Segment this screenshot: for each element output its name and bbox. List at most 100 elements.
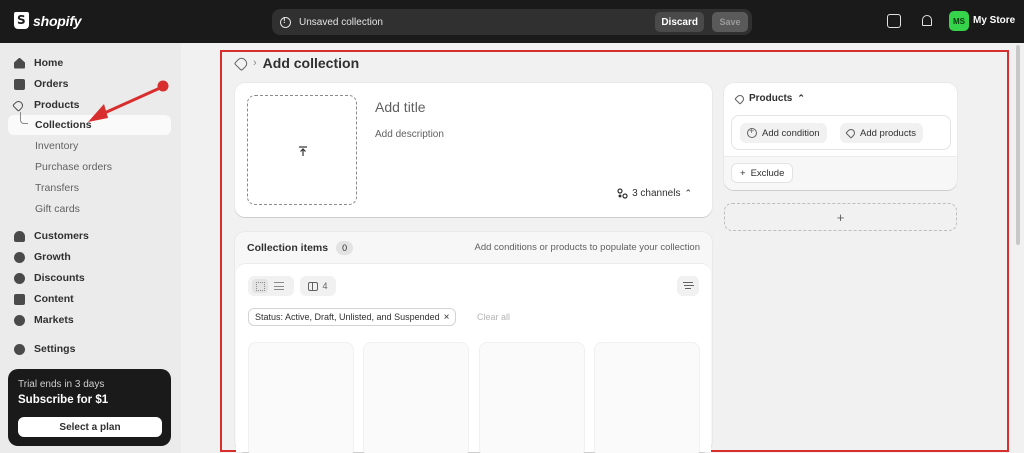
growth-icon	[14, 251, 25, 263]
conditions-box: Add condition Add products	[731, 115, 951, 150]
tag-icon	[734, 92, 746, 105]
top-bar: shopify Unsaved collection Discard Save …	[0, 0, 1024, 43]
gear-icon	[14, 343, 25, 355]
person-icon	[14, 230, 25, 242]
channels-label: 3 channels	[632, 188, 681, 199]
add-products-label: Add products	[860, 127, 916, 139]
columns-icon	[308, 281, 319, 291]
unsaved-changes-bar: Unsaved collection Discard Save	[272, 9, 752, 35]
sidebar-item-label: Home	[34, 57, 64, 69]
tag-icon	[12, 98, 25, 112]
tag-icon	[845, 127, 857, 139]
conditions-footer: + Exclude	[724, 156, 957, 190]
select-plan-button[interactable]: Select a plan	[18, 417, 162, 437]
tag-icon[interactable]	[233, 55, 250, 71]
sidebar-item-label: Growth	[34, 251, 71, 263]
content-icon	[14, 293, 25, 305]
add-section-button[interactable]: +	[724, 203, 957, 231]
collection-items-header: Collection items 0	[247, 241, 354, 255]
sidebar-item-label: Orders	[34, 78, 69, 90]
collection-items-title: Collection items	[247, 242, 329, 254]
sidebar-item-purchase-orders[interactable]: Purchase orders	[35, 158, 112, 176]
placeholder-tile	[363, 342, 469, 453]
collection-items-panel: 4 Status: Active, Draft, Unlisted, and S…	[236, 263, 711, 453]
collection-items-card: Collection items 0 Add conditions or pro…	[235, 232, 712, 453]
plus-circle-icon	[747, 126, 757, 138]
chevron-right-icon: ›	[253, 57, 257, 69]
sidebar-item-transfers[interactable]: Transfers	[35, 179, 79, 197]
sidebar-item-home[interactable]: Home	[14, 54, 63, 72]
image-upload-dropzone[interactable]	[247, 95, 357, 205]
sidebar-item-orders[interactable]: Orders	[14, 75, 68, 93]
sidebar-item-growth[interactable]: Growth	[14, 248, 71, 266]
conditions-card: Products ⌃ Add condition Add products + …	[724, 83, 957, 190]
products-type-selector[interactable]: Products ⌃	[734, 92, 805, 105]
sidebar-item-label: Discounts	[34, 272, 85, 284]
shopify-logo[interactable]: shopify	[14, 12, 82, 29]
home-icon	[14, 57, 25, 69]
filter-icon[interactable]	[677, 276, 699, 296]
placeholder-tile	[479, 342, 585, 453]
chevron-up-down-icon: ⌃	[797, 93, 805, 103]
clear-all-link[interactable]: Clear all	[477, 312, 510, 322]
discount-icon	[14, 272, 25, 284]
items-hint: Add conditions or products to populate y…	[474, 242, 701, 253]
shopify-bag-icon	[14, 12, 29, 29]
close-icon[interactable]: ×	[444, 312, 450, 323]
inbox-icon	[14, 78, 25, 90]
storefront-icon[interactable]	[887, 14, 901, 28]
status-filter-label: Status: Active, Draft, Unlisted, and Sus…	[255, 312, 440, 322]
sidebar-item-products[interactable]: Products	[12, 96, 80, 114]
scrollbar[interactable]	[1016, 45, 1020, 245]
sidebar-item-settings[interactable]: Settings	[14, 340, 75, 358]
exclude-label: Exclude	[750, 167, 785, 179]
sidebar-item-label: Customers	[34, 230, 89, 242]
exclude-button[interactable]: + Exclude	[731, 163, 794, 183]
sidebar-item-customers[interactable]: Customers	[14, 227, 89, 245]
list-view-icon[interactable]	[274, 282, 284, 290]
collection-details-card: Add title Add description 3 channels ⌃	[235, 83, 712, 217]
sidebar-item-gift-cards[interactable]: Gift cards	[35, 200, 80, 218]
add-condition-button[interactable]: Add condition	[740, 123, 827, 143]
items-count-badge: 0	[336, 241, 354, 255]
store-name[interactable]: My Store	[973, 15, 1015, 26]
columns-button[interactable]: 4	[300, 276, 336, 296]
sidebar-item-discounts[interactable]: Discounts	[14, 269, 85, 287]
sidebar-item-inventory[interactable]: Inventory	[35, 137, 78, 155]
columns-count: 4	[322, 281, 328, 291]
upload-icon	[299, 146, 307, 156]
subscribe-text: Subscribe for $1	[18, 394, 109, 406]
grid-view-icon[interactable]	[252, 279, 268, 293]
discard-button[interactable]: Discard	[655, 12, 704, 32]
globe-icon	[14, 314, 25, 326]
trial-banner: Trial ends in 3 days Subscribe for $1 Se…	[8, 369, 171, 446]
sidebar-item-label: Products	[34, 99, 80, 111]
sidebar-item-label: Markets	[34, 314, 74, 326]
view-toggle	[248, 276, 294, 296]
products-type-label: Products	[749, 93, 793, 104]
breadcrumb: › Add collection	[233, 55, 360, 71]
alert-icon	[280, 16, 291, 28]
add-products-button[interactable]: Add products	[840, 123, 923, 143]
save-button[interactable]: Save	[712, 12, 748, 32]
sidebar-item-label: Content	[34, 293, 74, 305]
description-input[interactable]: Add description	[375, 129, 444, 140]
channels-selector[interactable]: 3 channels ⌃	[617, 188, 692, 199]
channels-icon	[617, 188, 628, 199]
avatar[interactable]: MS	[949, 11, 969, 31]
add-condition-label: Add condition	[762, 127, 820, 139]
bell-icon[interactable]	[920, 14, 934, 28]
sidebar-item-markets[interactable]: Markets	[14, 311, 74, 329]
unsaved-message: Unsaved collection	[299, 16, 383, 28]
chevron-up-down-icon: ⌃	[684, 188, 692, 198]
trial-ends-text: Trial ends in 3 days	[18, 379, 105, 390]
placeholder-tile	[594, 342, 700, 453]
sidebar-item-collections[interactable]: Collections	[35, 116, 92, 134]
sidebar: Home Orders Products Collections Invento…	[0, 43, 181, 453]
sidebar-item-content[interactable]: Content	[14, 290, 74, 308]
placeholder-tile	[248, 342, 354, 453]
page-title: Add collection	[262, 55, 360, 71]
brand-name: shopify	[33, 12, 82, 29]
status-filter-chip[interactable]: Status: Active, Draft, Unlisted, and Sus…	[248, 308, 457, 326]
title-input[interactable]: Add title	[375, 99, 426, 115]
